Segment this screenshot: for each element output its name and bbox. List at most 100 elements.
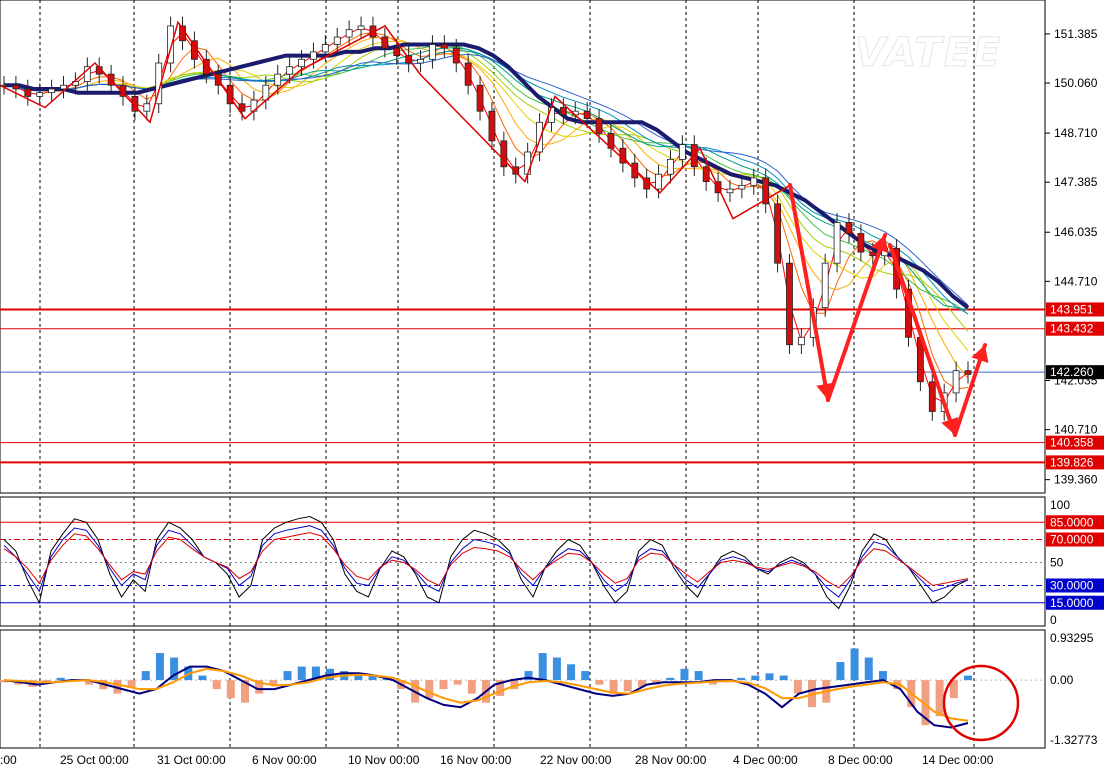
macd-bar (198, 675, 207, 681)
x-tick-label: 4 Dec 00:00 (733, 753, 798, 767)
macd-bar (226, 680, 235, 699)
macd-tick-label: -1.32773 (1050, 733, 1098, 747)
stoch-level-label: 30.0000 (1050, 579, 1094, 593)
candle-body (286, 66, 294, 75)
price-level-label: 140.358 (1050, 436, 1094, 450)
candle-body (548, 107, 555, 123)
stoch-tick-label: 100 (1050, 498, 1070, 512)
candle-body (488, 110, 496, 142)
candle-body (440, 44, 448, 49)
stoch-level-label: 15.0000 (1050, 596, 1094, 610)
macd-bar (765, 673, 774, 681)
candle-body (345, 29, 353, 38)
candle-body (786, 262, 793, 346)
x-tick-label: 10 Nov 00:00 (348, 753, 420, 767)
macd-bar (297, 666, 306, 681)
x-tick-label: 14 Dec 00:00 (922, 753, 994, 767)
macd-bar (694, 671, 703, 681)
macd-bar (864, 657, 873, 681)
candle-body (928, 381, 936, 412)
stoch-level-label: 85.0000 (1050, 515, 1094, 529)
watermark: VATEE (855, 30, 1002, 76)
price-level-label: 139.826 (1050, 455, 1094, 469)
macd-bar (581, 671, 590, 681)
stoch-panel-frame (0, 496, 1046, 627)
candle-body (595, 118, 603, 134)
x-axis-labels: :00 25 Oct 00:00 31 Oct 00:00 6 Nov 00:00 10… (0, 753, 994, 767)
candle-body (964, 370, 972, 375)
candle-body (274, 73, 282, 86)
candle-body (857, 233, 865, 253)
candle-body (774, 203, 781, 264)
candle-body (36, 92, 44, 97)
forex-chart: VATEE 143.951143.432140.358139.826142.26… (0, 0, 1104, 767)
macd-bar (666, 677, 675, 681)
candle-body (678, 144, 686, 160)
y-tick-label: 150.060 (1054, 76, 1098, 90)
x-tick-label: 16 Nov 00:00 (440, 753, 512, 767)
candle-body (797, 336, 805, 346)
macd-bar (212, 680, 221, 690)
candle-body (143, 103, 151, 112)
price-level-label: 143.951 (1050, 302, 1094, 316)
macd-bar (155, 653, 164, 681)
macd-bar (439, 680, 448, 690)
macd-bar (453, 680, 462, 685)
macd-bar (751, 675, 760, 681)
macd-bar (680, 668, 689, 681)
candle-body (48, 88, 56, 94)
candle-body (476, 84, 484, 112)
macd-tick-label: 0.00 (1050, 673, 1074, 687)
candle-body (429, 44, 436, 60)
x-tick-label: :00 (0, 753, 17, 767)
macd-bar (425, 680, 434, 699)
y-tick-label: 148.710 (1054, 126, 1098, 140)
stoch-level-label: 70.0000 (1050, 533, 1094, 547)
stoch-tick-label: 0 (1050, 613, 1057, 627)
price-level-label: 143.432 (1050, 322, 1094, 336)
macd-bar (935, 680, 944, 717)
candle-body (321, 44, 329, 53)
candle-body (393, 47, 401, 57)
candle-body (417, 58, 424, 64)
candle-body (559, 107, 567, 116)
y-tick-label: 142.035 (1054, 373, 1098, 387)
y-tick-label: 144.710 (1054, 274, 1098, 288)
candle-body (12, 84, 20, 90)
macd-bar (595, 680, 604, 685)
x-tick-label: 31 Oct 00:00 (157, 753, 226, 767)
candle-body (738, 184, 746, 190)
candle-body (667, 158, 674, 175)
macd-bar (538, 653, 547, 681)
candle-body (381, 36, 389, 49)
candle-body (452, 47, 460, 64)
y-tick-label: 151.385 (1054, 27, 1098, 41)
candle-body (845, 222, 853, 234)
candle-body (357, 25, 365, 31)
macd-bar (552, 657, 561, 681)
candle-body (750, 177, 758, 186)
macd-bar (141, 671, 150, 681)
candle-body (464, 62, 472, 86)
macd-bar (467, 680, 476, 694)
candle-body (24, 88, 32, 97)
x-tick-label: 8 Dec 00:00 (828, 753, 893, 767)
macd-bar (779, 675, 788, 681)
candle-body (726, 188, 734, 194)
candle-body (298, 58, 305, 68)
macd-bar (567, 664, 576, 681)
candle-body (310, 51, 317, 60)
stoch-tick-label: 50 (1050, 556, 1064, 570)
macd-bar (737, 677, 746, 681)
macd-bar (283, 671, 292, 681)
macd-bar (623, 680, 632, 692)
candle-body (821, 262, 829, 309)
macd-tick-label: 0.93295 (1050, 631, 1094, 645)
candle-body (702, 166, 710, 183)
y-tick-label: 146.035 (1054, 225, 1098, 239)
macd-bar (850, 648, 859, 681)
x-tick-label: 6 Nov 00:00 (252, 753, 317, 767)
macd-bar (836, 662, 845, 681)
y-axis-labels: 151.385 150.060 148.710 147.385 146.035 144.7… (1045, 27, 1098, 487)
x-tick-label: 28 Nov 00:00 (635, 753, 707, 767)
